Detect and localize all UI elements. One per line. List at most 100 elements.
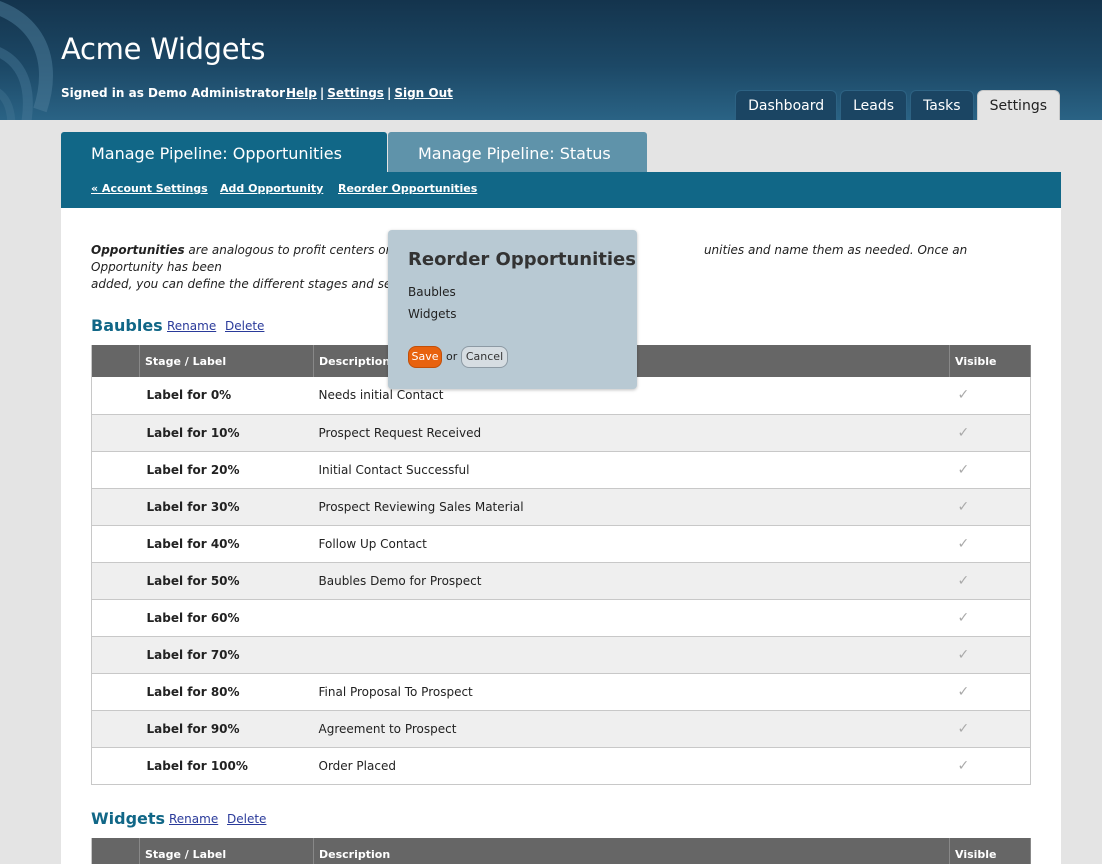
visible-check-icon[interactable]: ✓: [949, 747, 1031, 785]
visible-check-icon[interactable]: ✓: [949, 451, 1031, 489]
link-separator: |: [386, 86, 392, 100]
stage-label: Label for 100%: [139, 747, 314, 785]
intro-line1: are analogous to profit centers or p: [184, 243, 402, 257]
stage-label: Label for 0%: [139, 377, 314, 415]
visible-check-icon[interactable]: ✓: [949, 377, 1031, 415]
stage-label: Label for 10%: [139, 414, 314, 452]
stage-description: Final Proposal To Prospect: [313, 673, 950, 711]
add-opportunity-link[interactable]: Add Opportunity: [220, 182, 323, 195]
table-row: Label for 70% ✓: [91, 636, 1031, 674]
table-row: Label for 80% Final Proposal To Prospect ✓: [91, 673, 1031, 711]
tab-settings[interactable]: Settings: [976, 90, 1060, 120]
stage-label: Label for 40%: [139, 525, 314, 563]
intro-bold: Opportunities: [91, 243, 185, 257]
visible-check-icon[interactable]: ✓: [949, 710, 1031, 748]
col-handle: [91, 838, 140, 864]
visible-check-icon[interactable]: ✓: [949, 414, 1031, 452]
delete-widgets-link[interactable]: Delete: [227, 812, 266, 826]
table-row: Label for 20% Initial Contact Successful ✓: [91, 451, 1031, 489]
reorder-popup: Reorder Opportunities Baubles Widgets Sa…: [388, 230, 637, 389]
sub-tabs: Manage Pipeline: Opportunities Manage Pi…: [61, 132, 1061, 172]
rename-baubles-link[interactable]: Rename: [167, 319, 216, 333]
row-handle: [91, 414, 140, 452]
row-handle: [91, 636, 140, 674]
popup-title: Reorder Opportunities: [408, 249, 636, 270]
stage-description: Order Placed: [313, 747, 950, 785]
col-stage-label: Stage / Label: [139, 838, 314, 864]
popup-item-widgets[interactable]: Widgets: [408, 307, 457, 321]
settings-link[interactable]: Settings: [327, 86, 384, 100]
row-handle: [91, 599, 140, 637]
cancel-button[interactable]: Cancel: [461, 346, 508, 368]
stage-description: Prospect Reviewing Sales Material: [313, 488, 950, 526]
visible-check-icon[interactable]: ✓: [949, 599, 1031, 637]
widgets-table: Stage / Label Description Visible: [91, 838, 1031, 864]
col-visible: Visible: [949, 838, 1031, 864]
header: Acme Widgets Signed in as Demo Administr…: [0, 0, 1102, 120]
stage-description: Follow Up Contact: [313, 525, 950, 563]
baubles-table: Stage / Label Description Visible Label …: [91, 345, 1031, 785]
table-row: Label for 60% ✓: [91, 599, 1031, 637]
stage-description: [313, 636, 950, 674]
stage-description: Prospect Request Received: [313, 414, 950, 452]
link-separator: |: [319, 86, 325, 100]
visible-check-icon[interactable]: ✓: [949, 673, 1031, 711]
stage-description: Baubles Demo for Prospect: [313, 562, 950, 600]
group-title-baubles: Baubles: [91, 316, 163, 335]
stage-label: Label for 80%: [139, 673, 314, 711]
col-handle: [91, 345, 140, 377]
row-handle: [91, 747, 140, 785]
intro-line2: added, you can define the different stag…: [91, 277, 397, 291]
or-text: or: [446, 350, 458, 363]
row-handle: [91, 673, 140, 711]
table-row: Label for 10% Prospect Request Received ✓: [91, 414, 1031, 452]
visible-check-icon[interactable]: ✓: [949, 488, 1031, 526]
table-row: Label for 40% Follow Up Contact ✓: [91, 525, 1031, 563]
visible-check-icon[interactable]: ✓: [949, 525, 1031, 563]
stage-label: Label for 30%: [139, 488, 314, 526]
header-links: Help | Settings | Sign Out: [286, 86, 453, 100]
row-handle: [91, 710, 140, 748]
tab-manage-status[interactable]: Manage Pipeline: Status: [388, 132, 647, 172]
tab-manage-opportunities[interactable]: Manage Pipeline: Opportunities: [61, 132, 387, 172]
row-handle: [91, 451, 140, 489]
table-row: Label for 30% Prospect Reviewing Sales Ma…: [91, 488, 1031, 526]
sign-out-link[interactable]: Sign Out: [394, 86, 453, 100]
app-title: Acme Widgets: [61, 32, 266, 66]
stage-label: Label for 90%: [139, 710, 314, 748]
visible-check-icon[interactable]: ✓: [949, 636, 1031, 674]
stage-description: Initial Contact Successful: [313, 451, 950, 489]
sub-nav-bar: « Account Settings Add Opportunity Reord…: [61, 172, 1061, 208]
row-handle: [91, 525, 140, 563]
delete-baubles-link[interactable]: Delete: [225, 319, 264, 333]
stage-description: Agreement to Prospect: [313, 710, 950, 748]
table-row: Label for 100% Order Placed ✓: [91, 747, 1031, 785]
tab-leads[interactable]: Leads: [840, 90, 908, 120]
table-row: Label for 90% Agreement to Prospect ✓: [91, 710, 1031, 748]
col-description: Description: [313, 838, 950, 864]
stage-label: Label for 70%: [139, 636, 314, 674]
visible-check-icon[interactable]: ✓: [949, 562, 1031, 600]
col-stage-label: Stage / Label: [139, 345, 314, 377]
col-visible: Visible: [949, 345, 1031, 377]
account-settings-link[interactable]: « Account Settings: [91, 182, 208, 195]
baubles-table-body: Label for 0% Needs initial Contact ✓ Label …: [91, 377, 1031, 785]
row-handle: [91, 377, 140, 415]
popup-item-baubles[interactable]: Baubles: [408, 285, 456, 299]
tab-dashboard[interactable]: Dashboard: [735, 90, 838, 120]
tab-tasks[interactable]: Tasks: [910, 90, 974, 120]
row-handle: [91, 562, 140, 600]
top-nav: Dashboard Leads Tasks Settings: [732, 90, 1060, 120]
stage-label: Label for 20%: [139, 451, 314, 489]
table-header-row: Stage / Label Description Visible: [91, 838, 1031, 864]
group-title-widgets: Widgets: [91, 809, 166, 828]
stage-label: Label for 50%: [139, 562, 314, 600]
help-link[interactable]: Help: [286, 86, 317, 100]
rename-widgets-link[interactable]: Rename: [169, 812, 218, 826]
reorder-opportunities-link[interactable]: Reorder Opportunities: [338, 182, 477, 195]
save-button[interactable]: Save: [408, 346, 442, 368]
table-row: Label for 50% Baubles Demo for Prospect ✓: [91, 562, 1031, 600]
row-handle: [91, 488, 140, 526]
stage-label: Label for 60%: [139, 599, 314, 637]
stage-description: [313, 599, 950, 637]
